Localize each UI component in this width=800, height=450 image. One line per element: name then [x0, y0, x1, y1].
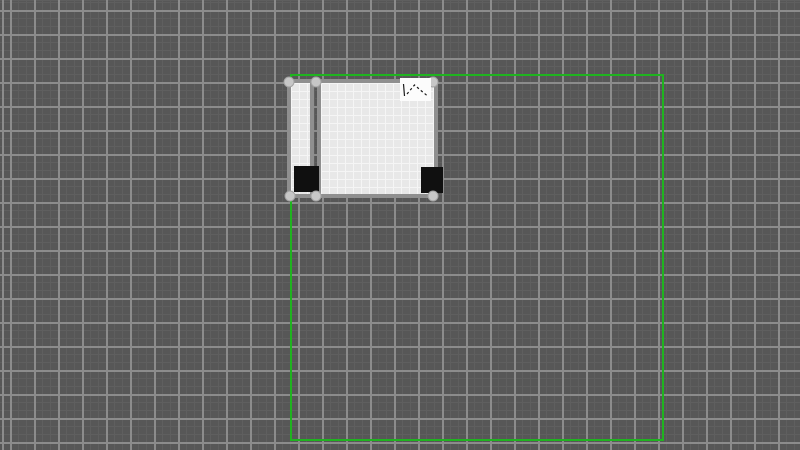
- drag-handle-1[interactable]: [310, 76, 322, 88]
- drag-handle-4[interactable]: [310, 190, 322, 202]
- scribble-icon: [402, 83, 428, 97]
- corner-block-left[interactable]: [294, 166, 319, 192]
- drag-handle-3[interactable]: [284, 190, 296, 202]
- sketch-cursor-box: [400, 78, 431, 101]
- corner-block-right[interactable]: [421, 167, 443, 193]
- drag-handle-5[interactable]: [427, 190, 439, 202]
- drag-handle-0[interactable]: [283, 76, 295, 88]
- editor-canvas[interactable]: [0, 0, 800, 450]
